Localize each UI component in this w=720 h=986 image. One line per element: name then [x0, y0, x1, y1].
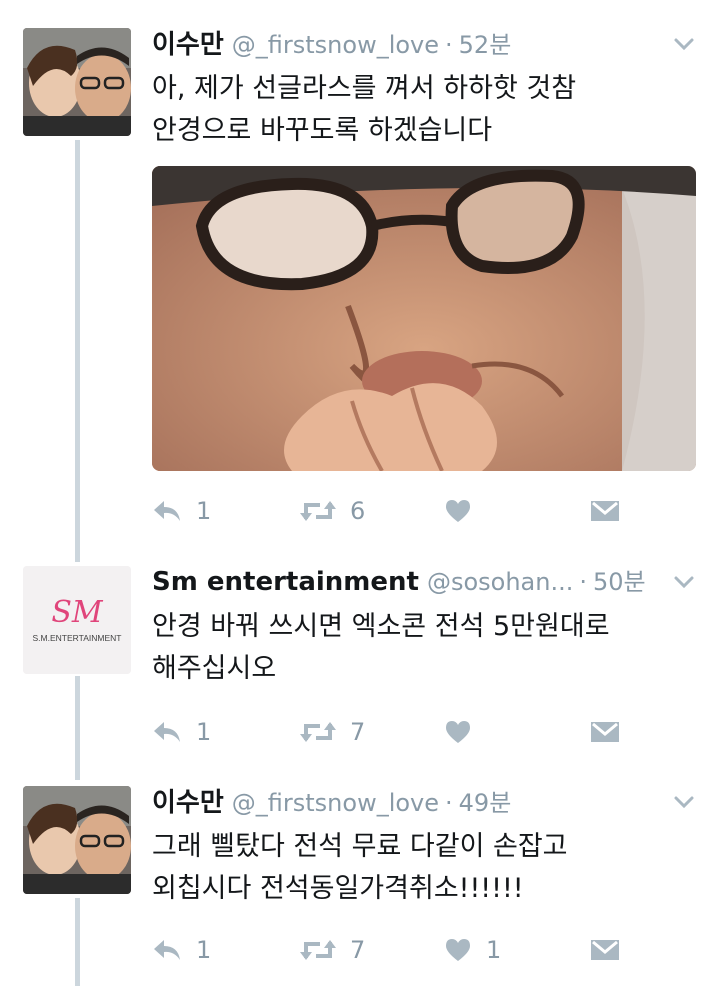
chevron-down-icon[interactable]: [672, 570, 696, 594]
retweet-icon: [300, 940, 336, 960]
tweet-actions: 1 7 1: [152, 930, 700, 970]
retweet-count: 7: [350, 718, 366, 746]
display-name[interactable]: 이수만: [152, 24, 224, 61]
user-handle[interactable]: @_firstsnow_love: [232, 31, 439, 59]
tweet-text: 안경 바꿔 쓰시면 엑소콘 전석 5만원대로 해주십시오: [152, 606, 700, 690]
reply-button[interactable]: 1: [152, 491, 211, 531]
direct-message-icon: [591, 501, 619, 521]
direct-message-button[interactable]: [590, 712, 620, 752]
tweet[interactable]: 이수만 @_firstsnow_love · 49분 그래 삘탔다 전석 무료 …: [0, 782, 720, 986]
tweet-text: 아, 제가 선글라스를 껴서 하하핫 것참 안경으로 바꾸도록 하겠습니다: [152, 68, 700, 152]
reply-icon: [154, 940, 180, 960]
direct-message-icon: [591, 940, 619, 960]
like-count: 1: [486, 936, 502, 964]
tweet[interactable]: 이수만 @_firstsnow_love · 52분 아, 제가 선글라스를 껴…: [0, 24, 720, 525]
tweet-actions: 1 6: [152, 491, 700, 531]
retweet-icon: [300, 722, 336, 742]
avatar-photo: [23, 786, 131, 894]
tweet-text-line: 아, 제가 선글라스를 껴서 하하핫 것참: [152, 73, 577, 104]
timestamp[interactable]: 49분: [459, 783, 512, 818]
like-button[interactable]: [444, 712, 486, 752]
reply-icon: [154, 722, 180, 742]
chevron-down-icon[interactable]: [672, 790, 696, 814]
retweet-icon: [300, 501, 336, 521]
like-button[interactable]: [444, 491, 486, 531]
tweet[interactable]: SM S.M.ENTERTAINMENT Sm entertainment @s…: [0, 562, 720, 762]
reply-button[interactable]: 1: [152, 930, 211, 970]
sm-entertainment-logo: SM S.M.ENTERTAINMENT: [23, 566, 131, 674]
retweet-button[interactable]: 6: [300, 491, 365, 531]
timestamp[interactable]: 52분: [459, 25, 512, 60]
retweet-button[interactable]: 7: [300, 712, 365, 752]
photo-image: [152, 166, 696, 471]
separator-dot: ·: [445, 789, 453, 817]
tweet-photo[interactable]: [152, 166, 696, 471]
tweet-text: 그래 삘탔다 전석 무료 다같이 손잡고 외칩시다 전석동일가격취소!!!!!!: [152, 826, 700, 910]
tweet-header: 이수만 @_firstsnow_love · 49분: [152, 782, 700, 822]
user-avatar[interactable]: [23, 28, 131, 136]
tweet-header: 이수만 @_firstsnow_love · 52분: [152, 24, 700, 64]
tweet-actions: 1 7: [152, 712, 700, 752]
heart-icon: [446, 500, 470, 522]
user-handle[interactable]: @_firstsnow_love: [232, 789, 439, 817]
retweet-count: 7: [350, 936, 366, 964]
chevron-down-icon[interactable]: [672, 32, 696, 56]
tweet-text-line: 안경 바꿔 쓰시면 엑소콘 전석 5만원대로: [152, 611, 610, 642]
avatar-photo: [23, 28, 131, 136]
separator-dot: ·: [445, 31, 453, 59]
tweet-header: Sm entertainment @sosohan... · 50분: [152, 562, 700, 602]
tweet-text-line: 안경으로 바꾸도록 하겠습니다: [152, 115, 493, 146]
retweet-count: 6: [350, 497, 366, 525]
like-button[interactable]: 1: [444, 930, 501, 970]
sm-logo-mark: SM: [51, 595, 104, 630]
display-name[interactable]: 이수만: [152, 782, 224, 819]
display-name[interactable]: Sm entertainment: [152, 567, 419, 597]
sm-logo-caption: S.M.ENTERTAINMENT: [33, 633, 122, 643]
reply-count: 1: [196, 718, 212, 746]
user-handle[interactable]: @sosohan...: [427, 568, 573, 596]
reply-count: 1: [196, 497, 212, 525]
tweet-text-line: 그래 삘탔다 전석 무료 다같이 손잡고: [152, 831, 568, 862]
reply-button[interactable]: 1: [152, 712, 211, 752]
user-avatar[interactable]: SM S.M.ENTERTAINMENT: [23, 566, 131, 674]
tweet-text-line: 해주십시오: [152, 653, 277, 684]
heart-icon: [446, 721, 470, 743]
timestamp[interactable]: 50분: [593, 562, 646, 597]
user-avatar[interactable]: [23, 786, 131, 894]
reply-icon: [154, 501, 180, 521]
separator-dot: ·: [579, 568, 587, 596]
direct-message-button[interactable]: [590, 491, 620, 531]
retweet-button[interactable]: 7: [300, 930, 365, 970]
direct-message-icon: [591, 722, 619, 742]
reply-count: 1: [196, 936, 212, 964]
tweet-text-line: 외칩시다 전석동일가격취소!!!!!!: [152, 873, 524, 904]
direct-message-button[interactable]: [590, 930, 620, 970]
heart-icon: [446, 939, 470, 961]
